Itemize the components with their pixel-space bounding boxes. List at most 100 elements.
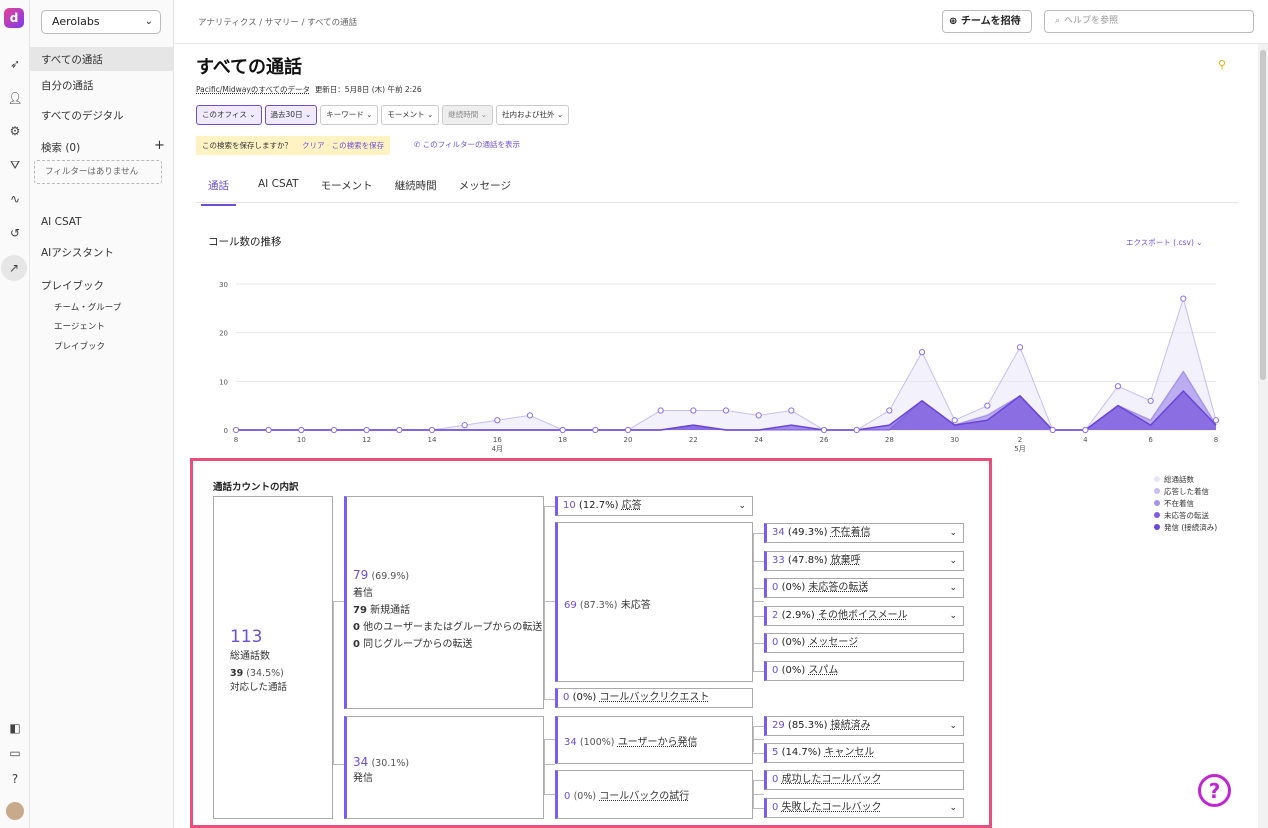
connector bbox=[753, 794, 764, 795]
history-icon[interactable]: ↺ bbox=[5, 223, 25, 243]
avatar[interactable] bbox=[6, 802, 24, 820]
data-point bbox=[755, 412, 762, 419]
data-point bbox=[526, 412, 534, 419]
sidebar-subitem-playbooks[interactable]: プレイブック bbox=[54, 340, 105, 352]
callback-request-row[interactable]: 0 (0%) コールバックリクエスト bbox=[555, 688, 753, 708]
clear-link[interactable]: クリア bbox=[302, 141, 325, 150]
sidebar-item-ai-assistant[interactable]: AIアシスタント bbox=[41, 245, 114, 260]
export-csv-button[interactable]: エクスポート (.csv) ⌄ bbox=[1126, 237, 1203, 248]
sidebar-subitem-teams[interactable]: チーム・グループ bbox=[54, 301, 121, 313]
breakdown-detail-row[interactable]: 34 (49.3%) 不在着信 ⌄ bbox=[764, 523, 964, 543]
connector bbox=[333, 601, 344, 602]
x-tick-label: 30 bbox=[950, 436, 959, 444]
rocket-icon[interactable]: ➶ bbox=[5, 54, 25, 74]
sidebar-item-my-calls[interactable]: 自分の通話 bbox=[41, 78, 94, 93]
org-selector[interactable]: Aerolabs ⌄ bbox=[41, 10, 161, 34]
data-point bbox=[1212, 417, 1220, 424]
inbound-count: 79 bbox=[353, 568, 369, 582]
data-point bbox=[494, 417, 501, 424]
video-icon[interactable]: ▭ bbox=[5, 743, 25, 763]
x-tick-label: 10 bbox=[297, 436, 306, 444]
connector bbox=[753, 739, 764, 740]
breakdown-detail-row[interactable]: 0 (0%) メッセージ bbox=[764, 633, 964, 653]
data-point bbox=[918, 349, 926, 356]
playbook-icon[interactable]: ⛛ bbox=[5, 155, 25, 175]
activity-icon[interactable]: ∿ bbox=[5, 189, 25, 209]
app-rail: d ➶ 👤︎ ⚙ ⛛ ∿ ↺ ↗ ◧ ▭ ? bbox=[0, 0, 30, 828]
x-tick-label: 20 bbox=[624, 436, 633, 444]
outbound-box[interactable]: 34 (30.1%) 発信 bbox=[344, 716, 544, 819]
gear-icon[interactable]: ⚙ bbox=[5, 121, 25, 141]
legend-item[interactable]: 応答した着信 bbox=[1154, 486, 1217, 498]
breakdown-detail-row[interactable]: 0 (0%) スパム bbox=[764, 660, 964, 681]
scope-link[interactable]: Pacific/Midwayのすべてのデータ bbox=[196, 85, 310, 94]
unanswered-box[interactable]: 69 (87.3%) 未応答 bbox=[555, 522, 753, 682]
breakdown-detail-row[interactable]: 5 (14.7%) キャンセル bbox=[764, 743, 964, 763]
breakdown-detail-row[interactable]: 0 失敗したコールバック ⌄ bbox=[764, 798, 964, 818]
connector bbox=[753, 588, 764, 589]
data-point bbox=[788, 407, 795, 414]
x-tick-label: 14 bbox=[428, 436, 437, 444]
filter-office[interactable]: このオフィス ⌄ bbox=[196, 105, 262, 125]
save-search-link[interactable]: この検索を保存 bbox=[332, 141, 385, 150]
data-point bbox=[559, 426, 566, 434]
breakdown-detail-row[interactable]: 29 (85.3%) 接続済み ⌄ bbox=[764, 716, 964, 736]
scrollbar[interactable] bbox=[1258, 44, 1268, 828]
answered-row[interactable]: 10 (12.7%) 応答 ⌄ bbox=[555, 496, 753, 516]
data-point bbox=[984, 402, 991, 409]
invite-team-button[interactable]: ⊕ チームを招待 bbox=[942, 10, 1032, 33]
sidebar-item-ai-csat[interactable]: AI CSAT bbox=[41, 216, 82, 228]
total-calls-label: 総通話数 bbox=[230, 651, 270, 662]
data-point bbox=[1180, 295, 1187, 302]
filter-internal-external[interactable]: 社内および社外 ⌄ bbox=[495, 105, 570, 125]
unanswered-count: 69 bbox=[564, 600, 577, 611]
connector bbox=[753, 726, 754, 752]
call-breakdown-panel: 通話カウントの内訳 113 総通話数 39 (34.5%) 対応した通話 79 … bbox=[190, 458, 992, 828]
breakdown-detail-row[interactable]: 33 (47.8%) 放棄呼 ⌄ bbox=[764, 550, 964, 571]
breakdown-detail-row[interactable]: 0 (0%) 未応答の転送 ⌄ bbox=[764, 578, 964, 598]
filter-moment[interactable]: モーメント ⌄ bbox=[381, 105, 440, 125]
help-button[interactable]: ? bbox=[1198, 774, 1231, 807]
legend-swatch bbox=[1154, 476, 1160, 482]
inbound-line: 79 新規通話 bbox=[353, 605, 411, 616]
pin-icon[interactable]: ⚲ bbox=[1218, 58, 1226, 71]
connector bbox=[544, 506, 555, 507]
sidebar-subitem-agents[interactable]: エージェント bbox=[54, 320, 105, 332]
show-calls-link[interactable]: ✆ このフィルターの通話を表示 bbox=[414, 139, 520, 150]
breakdown-detail-row[interactable]: 0 成功したコールバック bbox=[764, 770, 964, 790]
page-meta: Pacific/Midwayのすべてのデータ 更新日：5月8日 (木) 午前 2… bbox=[196, 84, 422, 95]
callback-attempt-box[interactable]: 0 (0%) コールバックの試行 bbox=[555, 770, 753, 819]
breadcrumb[interactable]: アナリティクス / サマリー / すべての通話 bbox=[198, 16, 357, 28]
add-search-icon[interactable]: + bbox=[154, 138, 165, 153]
legend-item[interactable]: 不在着信 bbox=[1154, 498, 1217, 510]
filter-date-range[interactable]: 過去30日 ⌄ bbox=[264, 105, 318, 125]
connector bbox=[333, 601, 334, 764]
main-content: すべての通話 ⚲ Pacific/Midwayのすべてのデータ 更新日：5月8日… bbox=[174, 44, 1260, 828]
sidebar-item-all-calls[interactable]: すべての通話 bbox=[30, 47, 173, 71]
filter-chips: このオフィス ⌄ 過去30日 ⌄ キーワード ⌄ モーメント ⌄ 継続時間 ⌄ … bbox=[196, 105, 570, 125]
breakdown-detail-row[interactable]: 2 (2.9%) その他ボイスメール ⌄ bbox=[764, 605, 964, 626]
trend-icon[interactable]: ↗ bbox=[1, 255, 27, 281]
connector bbox=[753, 533, 764, 534]
user-outbound-box[interactable]: 34 (100%) ユーザーから発信 bbox=[555, 716, 753, 764]
help-icon[interactable]: ? bbox=[5, 769, 25, 789]
legend-item[interactable]: 未応答の転送 bbox=[1154, 510, 1217, 522]
app-icon[interactable]: ◧ bbox=[5, 718, 25, 738]
filter-keyword[interactable]: キーワード ⌄ bbox=[320, 105, 379, 125]
legend-item[interactable]: 発信 (接続済み) bbox=[1154, 522, 1217, 534]
filter-duration[interactable]: 継続時間 ⌄ bbox=[442, 105, 493, 125]
total-calls-count: 113 bbox=[230, 627, 263, 647]
app-logo[interactable]: d bbox=[4, 8, 24, 28]
chevron-down-icon: ⌄ bbox=[949, 583, 957, 593]
legend-item[interactable]: 総通話数 bbox=[1154, 474, 1217, 486]
chevron-down-icon: ⌄ bbox=[949, 721, 957, 731]
scrollbar-thumb[interactable] bbox=[1260, 50, 1266, 380]
help-search-input[interactable]: ⌕ ヘルプを参照 bbox=[1044, 10, 1254, 33]
x-tick-label: 6 bbox=[1148, 436, 1153, 444]
user-icon[interactable]: 👤︎ bbox=[5, 88, 25, 108]
inbound-box[interactable]: 79 (69.9%) 着信 79 新規通話 0 他のユーザーまたはグループからの… bbox=[344, 496, 544, 709]
data-point bbox=[265, 426, 272, 434]
sidebar-item-playbook[interactable]: プレイブック bbox=[41, 278, 104, 293]
sidebar-item-all-digital[interactable]: すべてのデジタル bbox=[41, 108, 124, 123]
data-point bbox=[820, 426, 828, 434]
